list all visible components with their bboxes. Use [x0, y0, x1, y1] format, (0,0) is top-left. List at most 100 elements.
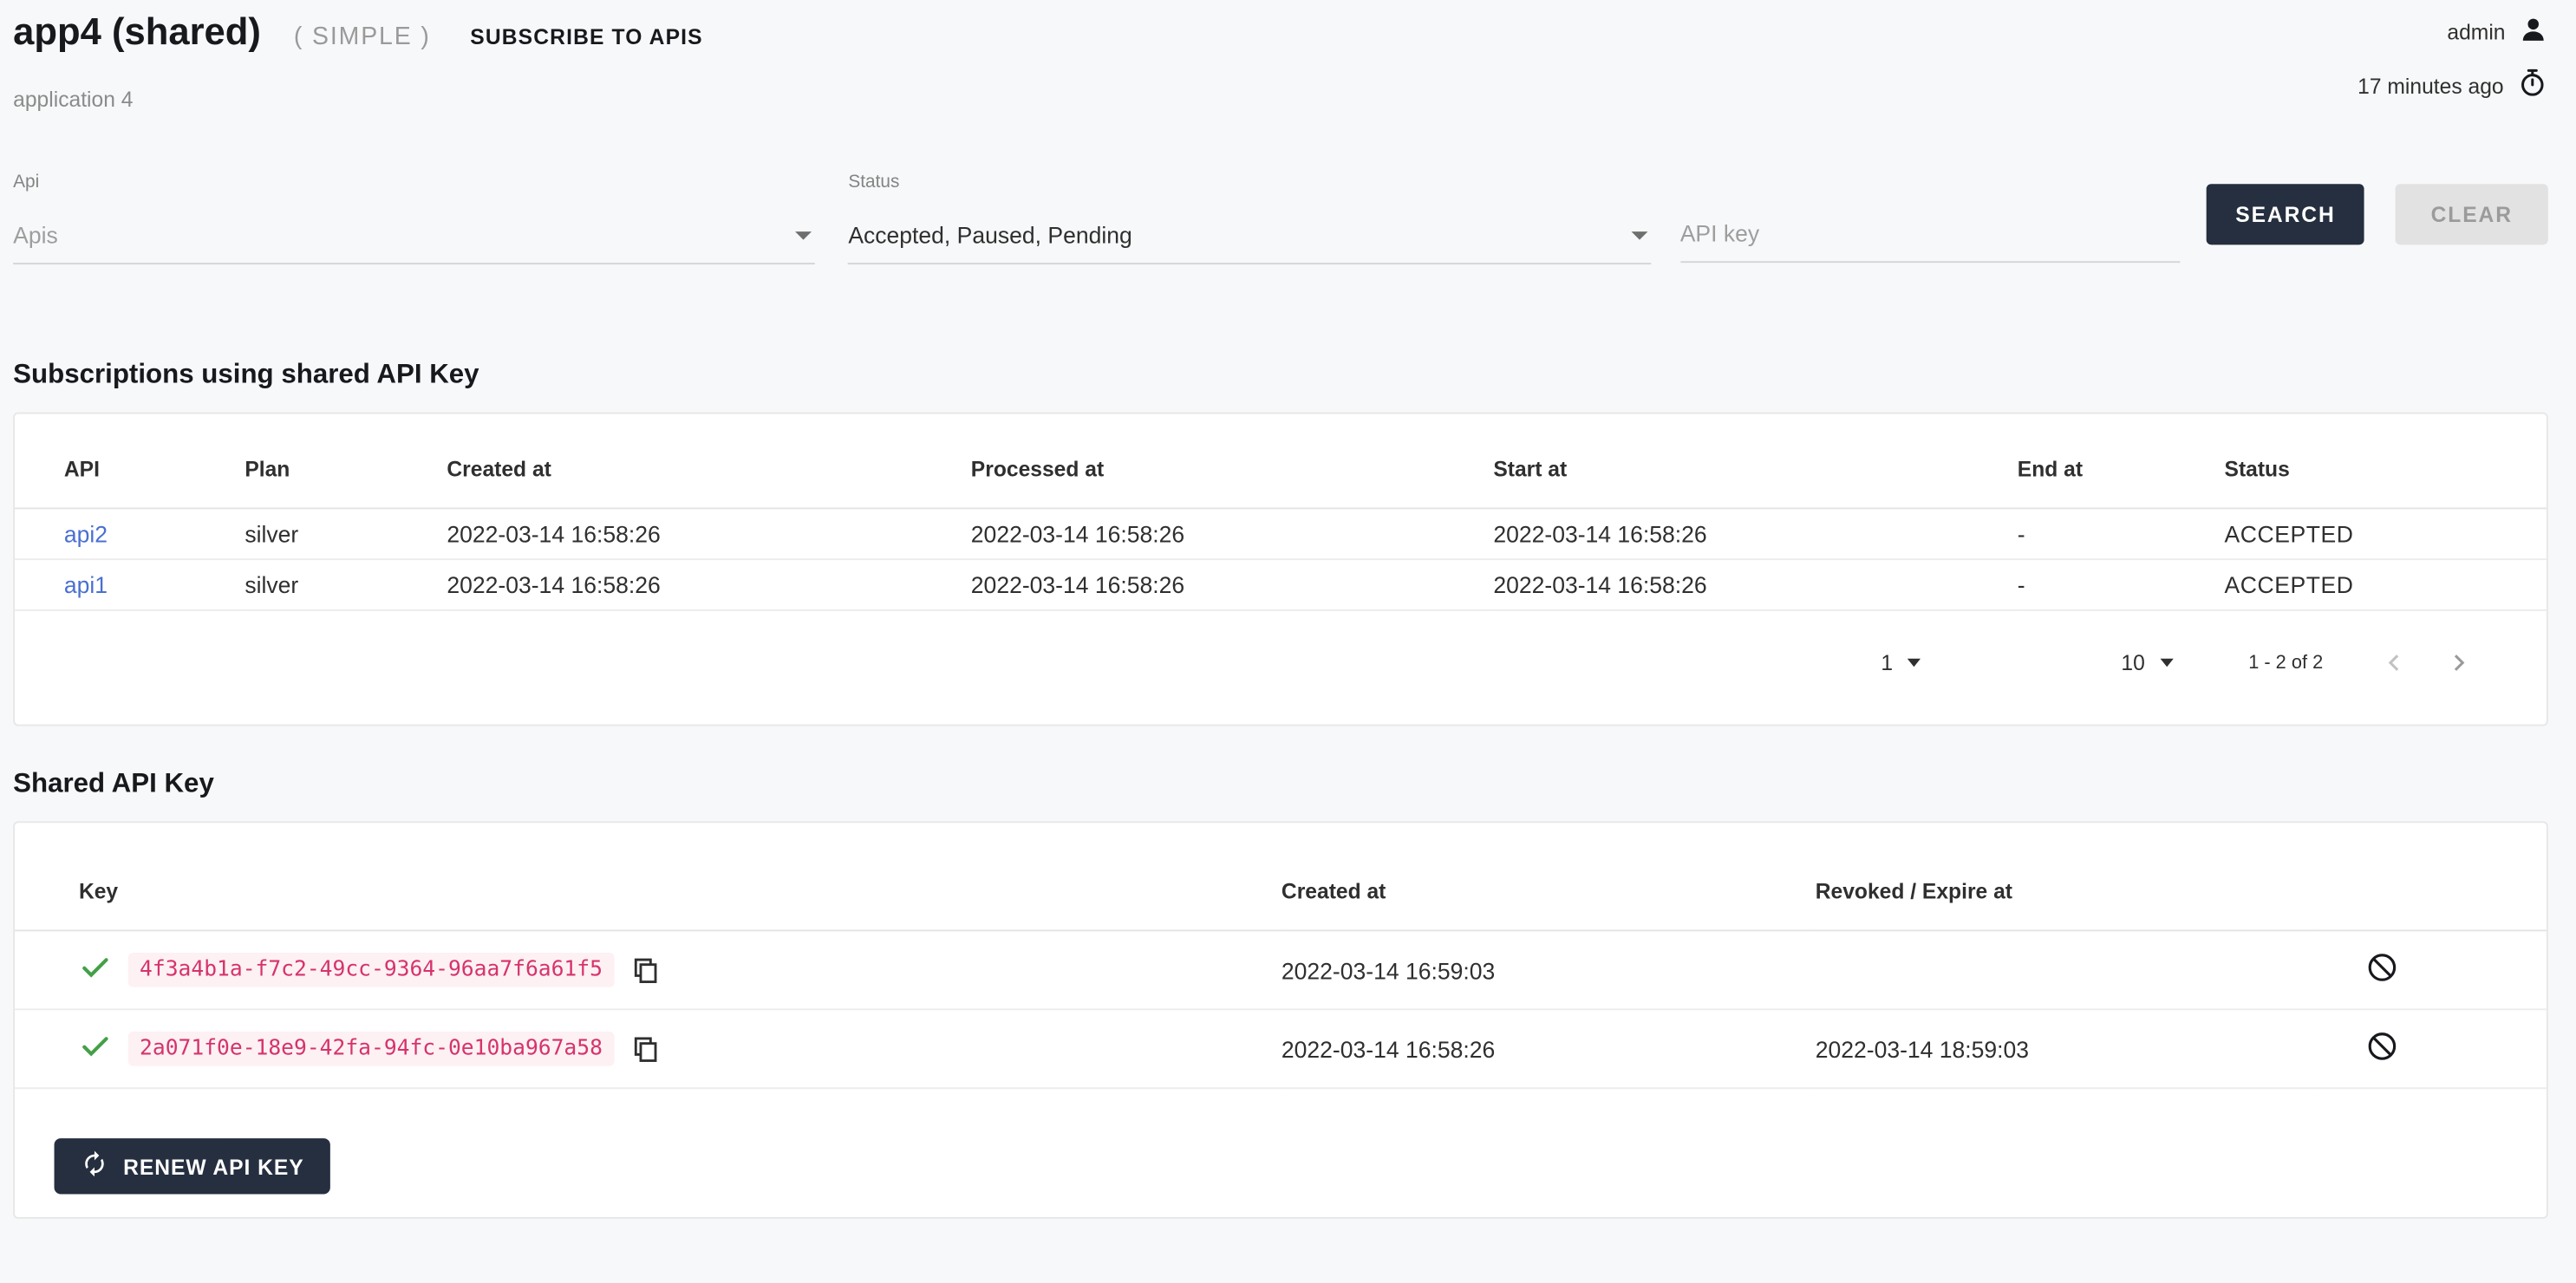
api-select[interactable]: Api Apis: [13, 173, 815, 264]
column-header-end-at: End at: [2018, 414, 2225, 508]
start-at-cell: 2022-03-14 16:58:26: [1493, 559, 2017, 610]
last-connection-row: 17 minutes ago: [2358, 68, 2548, 104]
api-link[interactable]: api1: [64, 571, 108, 597]
ban-icon: [2365, 1043, 2398, 1067]
dropdown-arrow-icon: [1631, 231, 1647, 238]
key-created-at-cell: 2022-03-14 16:59:03: [1281, 930, 1816, 1009]
start-at-cell: 2022-03-14 16:58:26: [1493, 508, 2017, 559]
page-title: app4 (shared): [13, 10, 261, 54]
renew-button-label: RENEW API KEY: [123, 1154, 303, 1178]
chevron-left-icon: [2382, 655, 2406, 680]
copy-key-button[interactable]: [630, 955, 660, 985]
status-select-control[interactable]: Accepted, Paused, Pending: [848, 222, 1650, 264]
previous-page-button[interactable]: [2382, 650, 2406, 674]
column-header-api: API: [15, 414, 245, 508]
page-select-value: 1: [1881, 650, 1893, 674]
api-cell: api2: [15, 508, 245, 559]
column-header-key-created-at: Created at: [1281, 823, 1816, 930]
renew-api-key-button[interactable]: RENEW API KEY: [55, 1138, 330, 1194]
column-header-revoked-expire-at: Revoked / Expire at: [1816, 823, 2317, 930]
subscriptions-card: API Plan Created at Processed at Start a…: [13, 413, 2548, 726]
copy-icon: [630, 965, 660, 989]
search-button[interactable]: SEARCH: [2207, 184, 2364, 244]
api-link[interactable]: api2: [64, 521, 108, 547]
application-description: application 4: [13, 87, 703, 111]
top-bar-right: admin 17 minutes ago: [2358, 10, 2548, 111]
subscriptions-table: API Plan Created at Processed at Start a…: [15, 414, 2547, 610]
top-bar-left: app4 (shared) ( SIMPLE ) SUBSCRIBE TO AP…: [13, 10, 703, 111]
copy-icon: [630, 1044, 660, 1068]
key-created-at-cell: 2022-03-14 16:58:26: [1281, 1009, 1816, 1088]
key-actions-cell: [2317, 930, 2547, 1009]
top-bar: app4 (shared) ( SIMPLE ) SUBSCRIBE TO AP…: [13, 10, 2548, 111]
end-at-cell: -: [2018, 559, 2225, 610]
timer-icon: [2517, 68, 2548, 104]
status-select[interactable]: Status Accepted, Paused, Pending: [848, 173, 1650, 264]
shared-api-key-card: Key Created at Revoked / Expire at 4f3a4…: [13, 821, 2548, 1219]
subscriptions-header-row: API Plan Created at Processed at Start a…: [15, 414, 2547, 508]
api-key-value: 4f3a4b1a-f7c2-49cc-9364-96aa7f6a61f5: [128, 953, 614, 987]
api-select-placeholder: Apis: [13, 222, 58, 248]
application-page: app4 (shared) ( SIMPLE ) SUBSCRIBE TO AP…: [0, 0, 2576, 1283]
user-icon: [2519, 15, 2548, 49]
check-icon: [79, 951, 112, 989]
column-header-plan: Plan: [245, 414, 447, 508]
clear-button[interactable]: CLEAR: [2396, 184, 2548, 244]
api-key-row: 4f3a4b1a-f7c2-49cc-9364-96aa7f6a61f5 202…: [15, 930, 2547, 1009]
revoke-key-button[interactable]: [2365, 1030, 2398, 1063]
processed-at-cell: 2022-03-14 16:58:26: [971, 559, 1494, 610]
subscription-row: api1 silver 2022-03-14 16:58:26 2022-03-…: [15, 559, 2547, 610]
created-at-cell: 2022-03-14 16:58:26: [447, 559, 970, 610]
application-type-label: ( SIMPLE ): [294, 23, 431, 51]
subscribe-to-apis-link[interactable]: SUBSCRIBE TO APIS: [470, 24, 702, 49]
api-select-label: Api: [13, 173, 815, 192]
api-cell: api1: [15, 559, 245, 610]
filters-bar: Api Apis Status Accepted, Paused, Pendin…: [13, 173, 2548, 264]
status-select-value: Accepted, Paused, Pending: [848, 222, 1131, 248]
page-size-value: 10: [2121, 650, 2144, 674]
copy-key-button[interactable]: [630, 1034, 660, 1064]
api-key-row: 2a071f0e-18e9-42fa-94fc-0e10ba967a58 202…: [15, 1009, 2547, 1088]
page-size-select[interactable]: 10: [2121, 650, 2175, 674]
next-page-button[interactable]: [2446, 650, 2470, 674]
user-name: admin: [2447, 20, 2505, 44]
api-key-value: 2a071f0e-18e9-42fa-94fc-0e10ba967a58: [128, 1032, 614, 1066]
check-icon: [79, 1030, 112, 1068]
pagination-bar: 1 10 1 - 2 of 2: [15, 611, 2547, 725]
column-header-actions: [2317, 823, 2547, 930]
column-header-key: Key: [15, 823, 1281, 930]
pagination-range-label: 1 - 2 of 2: [2248, 653, 2323, 673]
dropdown-arrow-icon: [2160, 659, 2173, 667]
api-select-control[interactable]: Apis: [13, 222, 815, 264]
processed-at-cell: 2022-03-14 16:58:26: [971, 508, 1494, 559]
revoke-key-button[interactable]: [2365, 951, 2398, 984]
end-at-cell: -: [2018, 508, 2225, 559]
last-connection-text: 17 minutes ago: [2358, 73, 2503, 97]
subscriptions-section-title: Subscriptions using shared API Key: [13, 360, 2548, 391]
shared-key-header-row: Key Created at Revoked / Expire at: [15, 823, 2547, 930]
shared-api-key-table: Key Created at Revoked / Expire at 4f3a4…: [15, 823, 2547, 1089]
status-cell: ACCEPTED: [2225, 508, 2547, 559]
key-actions-cell: [2317, 1009, 2547, 1088]
key-revoked-at-cell: [1816, 930, 2317, 1009]
chevron-right-icon: [2446, 655, 2470, 680]
column-header-created-at: Created at: [447, 414, 970, 508]
shared-api-key-section-title: Shared API Key: [13, 769, 2548, 800]
ban-icon: [2365, 964, 2398, 988]
plan-cell: silver: [245, 508, 447, 559]
user-row: admin: [2447, 15, 2547, 49]
dropdown-arrow-icon: [796, 231, 812, 238]
key-cell: 2a071f0e-18e9-42fa-94fc-0e10ba967a58: [15, 1009, 1281, 1088]
key-cell: 4f3a4b1a-f7c2-49cc-9364-96aa7f6a61f5: [15, 930, 1281, 1009]
title-row: app4 (shared) ( SIMPLE ) SUBSCRIBE TO AP…: [13, 10, 703, 54]
shared-key-card-footer: RENEW API KEY: [15, 1089, 2547, 1217]
status-select-label: Status: [848, 173, 1650, 192]
created-at-cell: 2022-03-14 16:58:26: [447, 508, 970, 559]
plan-cell: silver: [245, 559, 447, 610]
key-revoked-at-cell: 2022-03-14 18:59:03: [1816, 1009, 2317, 1088]
api-key-input[interactable]: [1680, 220, 2181, 263]
column-header-start-at: Start at: [1493, 414, 2017, 508]
page-select[interactable]: 1: [1881, 650, 1924, 674]
dropdown-arrow-icon: [1908, 659, 1921, 667]
renew-icon: [81, 1149, 108, 1182]
